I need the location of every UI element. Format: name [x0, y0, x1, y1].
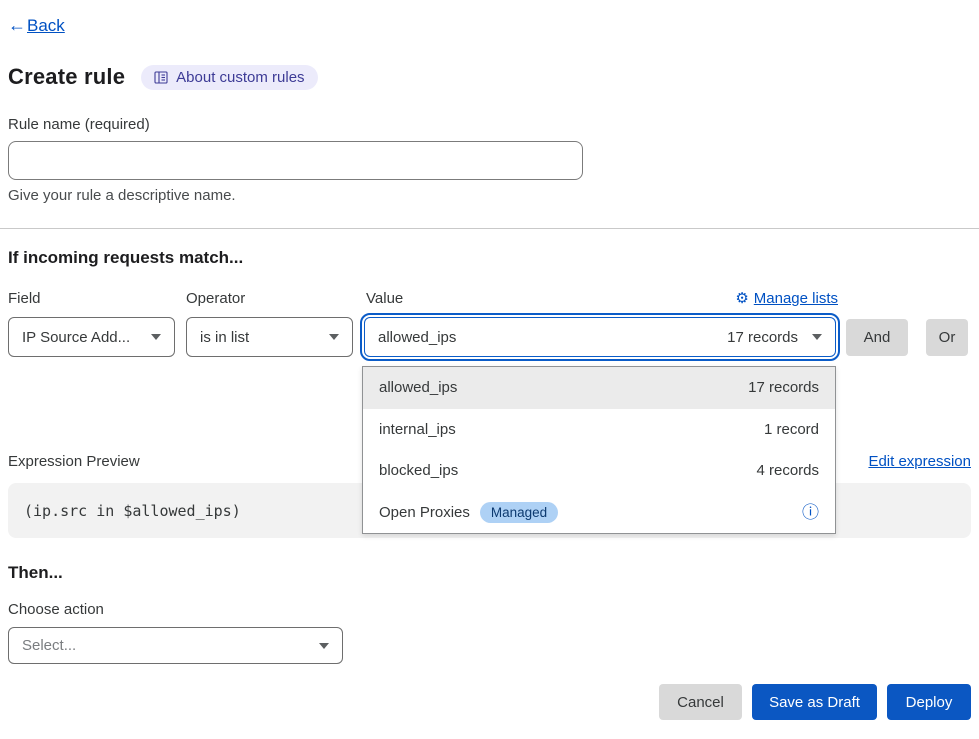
and-button[interactable]: And — [846, 319, 908, 356]
list-item-records: 17 records — [748, 379, 819, 396]
back-link-label: Back — [27, 16, 65, 36]
title-row: Create rule About custom rules — [8, 64, 318, 90]
manage-lists-link[interactable]: ⚙ Manage lists — [735, 289, 838, 307]
back-arrow-icon: ← — [8, 15, 26, 36]
choose-action-label: Choose action — [8, 601, 104, 618]
info-icon[interactable]: ⓘ — [802, 504, 819, 521]
create-rule-page: ← Back Create rule About custom rules Ru… — [0, 0, 979, 739]
expression-code: (ip.src in $allowed_ips) — [24, 502, 241, 520]
deploy-button[interactable]: Deploy — [887, 684, 971, 720]
field-select-value: IP Source Add... — [22, 329, 130, 346]
or-button[interactable]: Or — [926, 319, 968, 356]
cancel-button[interactable]: Cancel — [659, 684, 742, 720]
chevron-down-icon — [319, 643, 329, 649]
list-item-open-proxies[interactable]: Open Proxies Managed ⓘ — [363, 492, 835, 534]
list-item-records: 4 records — [756, 462, 819, 479]
match-section-heading: If incoming requests match... — [8, 248, 243, 268]
field-select[interactable]: IP Source Add... — [8, 317, 175, 357]
field-label: Field — [8, 290, 41, 307]
value-dropdown-panel: allowed_ips 17 records internal_ips 1 re… — [362, 366, 836, 534]
value-select[interactable]: allowed_ips 17 records — [364, 317, 836, 357]
chevron-down-icon — [329, 334, 339, 340]
rule-name-input[interactable] — [8, 141, 583, 180]
list-item-name: internal_ips — [379, 421, 456, 438]
list-item-internal-ips[interactable]: internal_ips 1 record — [363, 409, 835, 451]
section-divider — [0, 228, 979, 229]
page-title: Create rule — [8, 64, 125, 90]
manage-lists-label: Manage lists — [754, 290, 838, 307]
list-item-records: 1 record — [764, 421, 819, 438]
gear-icon: ⚙ — [735, 289, 748, 307]
rule-name-helper-text: Give your rule a descriptive name. — [8, 187, 236, 204]
action-select-placeholder: Select... — [22, 637, 76, 654]
expression-preview-label: Expression Preview — [8, 453, 140, 470]
value-select-name: allowed_ips — [378, 329, 456, 346]
list-item-name: allowed_ips — [379, 379, 457, 396]
then-section-heading: Then... — [8, 563, 63, 583]
chevron-down-icon — [151, 334, 161, 340]
list-item-name: blocked_ips — [379, 462, 458, 479]
list-item-allowed-ips[interactable]: allowed_ips 17 records — [363, 367, 835, 409]
back-link[interactable]: ← Back — [8, 15, 65, 36]
rule-name-label: Rule name (required) — [8, 116, 150, 133]
save-as-draft-button[interactable]: Save as Draft — [752, 684, 877, 720]
action-select[interactable]: Select... — [8, 627, 343, 664]
value-select-records: 17 records — [727, 329, 798, 346]
managed-badge: Managed — [480, 502, 558, 523]
operator-label: Operator — [186, 290, 245, 307]
list-item-blocked-ips[interactable]: blocked_ips 4 records — [363, 450, 835, 492]
operator-select-value: is in list — [200, 329, 249, 346]
value-label: Value — [366, 290, 403, 307]
about-custom-rules-link[interactable]: About custom rules — [141, 65, 317, 90]
chevron-down-icon — [812, 334, 822, 340]
edit-expression-link[interactable]: Edit expression — [868, 453, 971, 470]
operator-select[interactable]: is in list — [186, 317, 353, 357]
book-icon — [154, 71, 168, 84]
about-badge-label: About custom rules — [176, 69, 304, 86]
list-item-name: Open Proxies — [379, 504, 470, 521]
